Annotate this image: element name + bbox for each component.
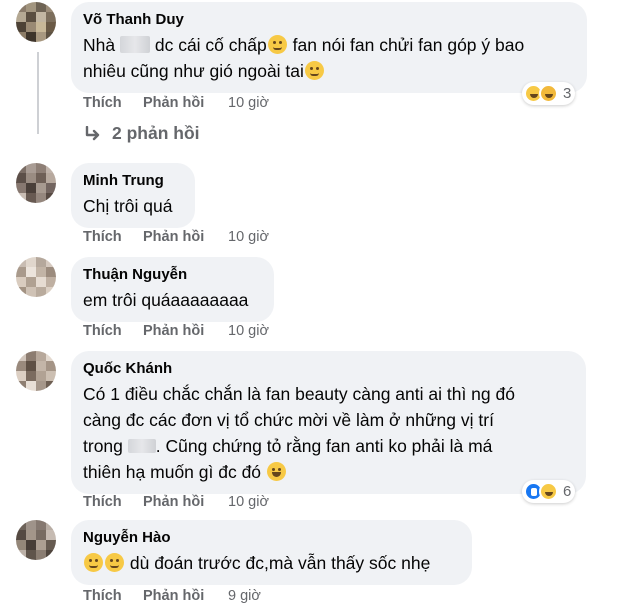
comment-text-line: thiên hạ muốn gì đc đó <box>83 462 262 482</box>
haha-icon <box>539 482 558 501</box>
reaction-summary[interactable]: 3 <box>522 82 576 105</box>
comment-text-line: Có 1 điều chắc chắn là fan beauty càng a… <box>83 384 515 404</box>
like-button[interactable]: Thích <box>83 229 143 245</box>
comment-timestamp[interactable]: 10 giờ <box>228 323 269 339</box>
comment-author[interactable]: Thuận Nguyễn <box>83 265 262 284</box>
comment-timestamp[interactable]: 9 giờ <box>228 588 261 604</box>
reaction-summary[interactable]: 6 <box>522 480 576 503</box>
replies-count-label: 2 phản hồi <box>112 123 200 143</box>
like-button[interactable]: Thích <box>83 95 143 111</box>
like-button[interactable]: Thích <box>83 323 143 339</box>
comment-text-line: trong <box>83 436 123 456</box>
comment-bubble: Thuận Nguyễn em trôi quáaaaaaaaa <box>71 257 274 322</box>
avatar[interactable] <box>16 163 56 203</box>
censored-word <box>127 439 156 453</box>
comment-text-part: dù đoán trước đc,mà vẫn thấy sốc nhẹ <box>129 553 431 573</box>
comment-author[interactable]: Nguyễn Hào <box>83 528 460 547</box>
avatar[interactable] <box>16 351 56 391</box>
reply-button[interactable]: Phản hồi <box>143 494 228 510</box>
comment-text-part: fan nói fan chửi fan góp ý bao <box>292 35 525 55</box>
grinning-squint-emoji-icon <box>266 462 286 481</box>
like-button[interactable]: Thích <box>83 494 143 510</box>
avatar[interactable] <box>16 2 56 42</box>
avatar[interactable] <box>16 257 56 297</box>
comment-actions: Thích Phản hồi 10 giờ <box>83 323 269 339</box>
comment-text-line: . Cũng chứng tỏ rằng fan anti ko phải là… <box>155 436 493 456</box>
comment-bubble: Quốc Khánh Có 1 điều chắc chắn là fan be… <box>71 351 586 494</box>
avatar[interactable] <box>16 520 56 560</box>
like-button[interactable]: Thích <box>83 588 143 604</box>
comment-timestamp[interactable]: 10 giờ <box>228 494 269 510</box>
reply-button[interactable]: Phản hồi <box>143 95 228 111</box>
comment-text-line: càng đc các đơn vị tổ chức mời về làm ở … <box>83 410 494 430</box>
censored-word <box>119 36 150 53</box>
view-replies-link[interactable]: 2 phản hồi <box>84 123 200 144</box>
reply-button[interactable]: Phản hồi <box>143 229 228 245</box>
comment-actions: Thích Phản hồi 10 giờ <box>83 494 269 510</box>
comment-text: Nhà dc cái cố chấp fan nói fan chửi fan … <box>83 32 575 84</box>
comment-text-part: dc cái cố chấp <box>154 35 267 55</box>
upside-down-face-icon <box>84 553 103 572</box>
reaction-count: 3 <box>563 85 572 102</box>
reply-arrow-icon <box>85 125 100 140</box>
confounded-emoji-icon <box>267 35 287 54</box>
upside-down-face-icon <box>105 553 124 572</box>
reaction-count: 6 <box>563 483 572 500</box>
comment-text: dù đoán trước đc,mà vẫn thấy sốc nhẹ <box>83 550 460 576</box>
reply-button[interactable]: Phản hồi <box>143 588 228 604</box>
sad-icon <box>539 84 558 103</box>
comment-author[interactable]: Quốc Khánh <box>83 359 574 378</box>
comment-author[interactable]: Minh Trung <box>83 171 183 190</box>
comment-text: Chị trôi quá <box>83 196 173 216</box>
comment-text-part: Nhà <box>83 35 116 55</box>
reply-button[interactable]: Phản hồi <box>143 323 228 339</box>
comment-timestamp[interactable]: 10 giờ <box>228 229 269 245</box>
comment-text: Có 1 điều chắc chắn là fan beauty càng a… <box>83 381 574 485</box>
comment-text-part: nhiêu cũng như gió ngoài tai <box>83 61 304 81</box>
comment-actions: Thích Phản hồi 9 giờ <box>83 588 261 604</box>
thread-connector-line <box>37 52 39 134</box>
unamused-emoji-icon <box>304 61 324 80</box>
comment-timestamp[interactable]: 10 giờ <box>228 95 269 111</box>
comment-bubble: Minh Trung Chị trôi quá <box>71 163 195 228</box>
comment-actions: Thích Phản hồi 10 giờ <box>83 229 269 245</box>
comment-bubble: Nguyễn Hào dù đoán trước đc,mà vẫn thấy … <box>71 520 472 585</box>
comment-text: em trôi quáaaaaaaaa <box>83 290 249 310</box>
comment-author[interactable]: Võ Thanh Duy <box>83 10 575 29</box>
comment-bubble: Võ Thanh Duy Nhà dc cái cố chấp fan nói … <box>71 2 587 93</box>
comment-actions: Thích Phản hồi 10 giờ <box>83 95 269 111</box>
